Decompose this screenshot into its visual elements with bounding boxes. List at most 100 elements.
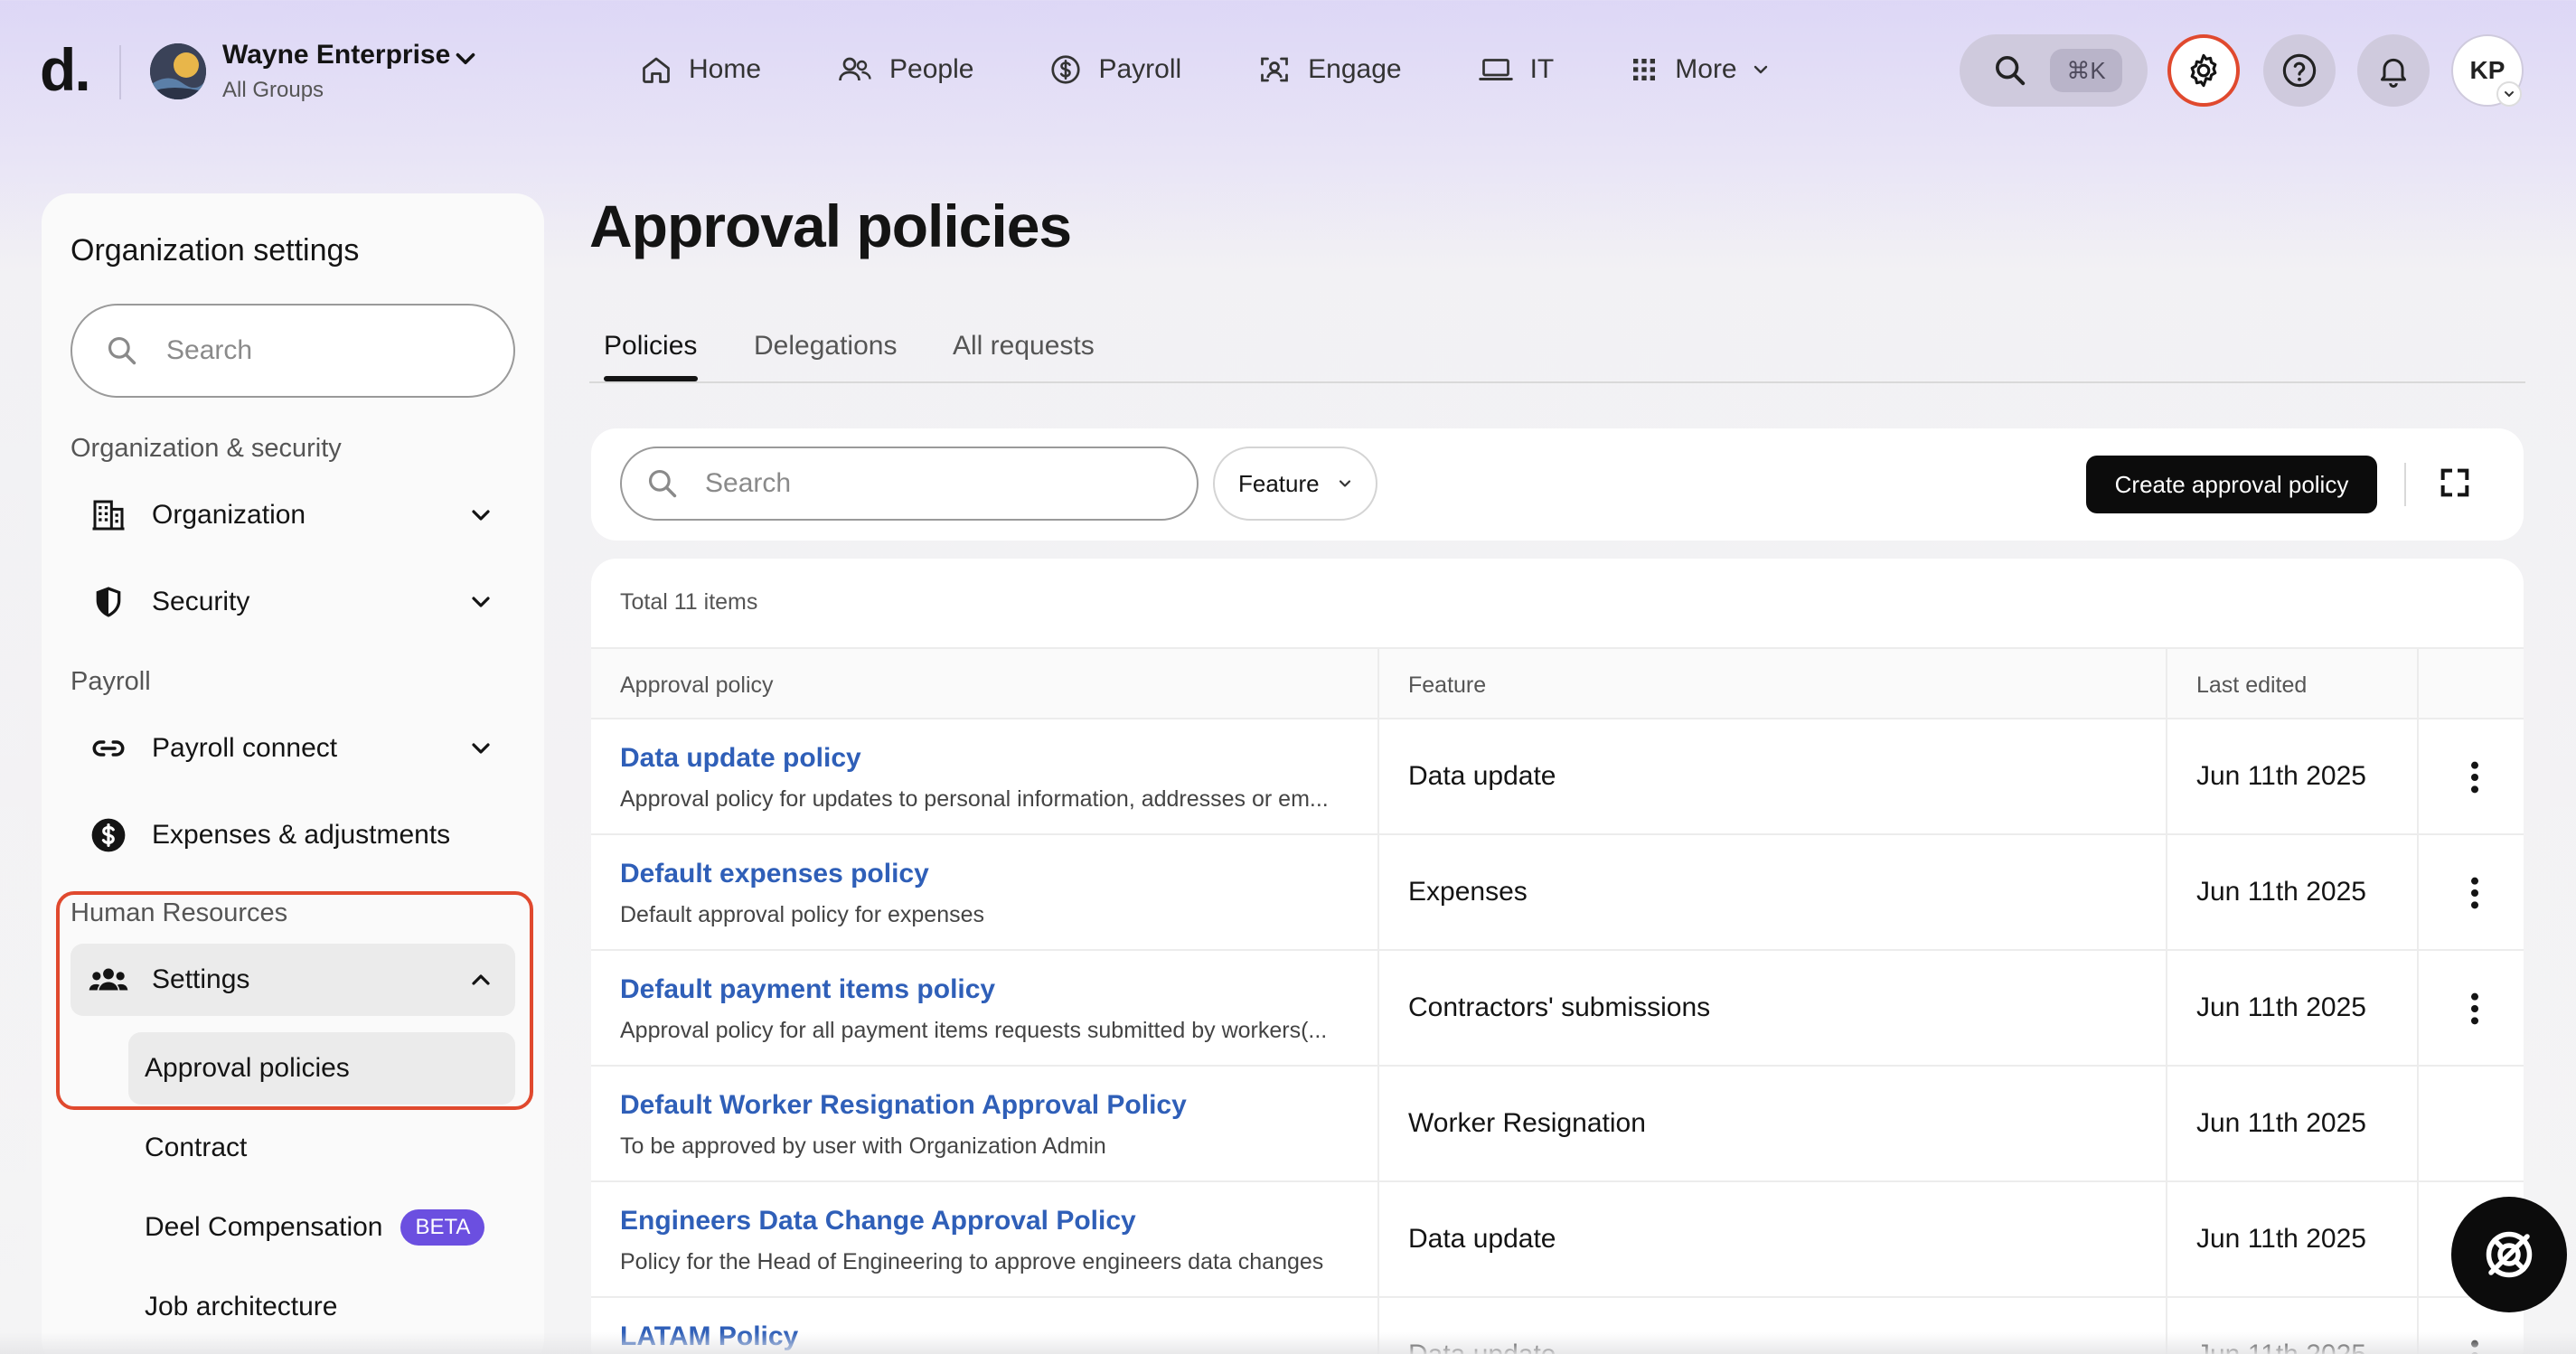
tab-policies[interactable]: Policies — [604, 331, 697, 362]
support-lifebuoy-icon — [2486, 1231, 2533, 1278]
policy-title-link[interactable]: Default Worker Resignation Approval Poli… — [620, 1090, 1187, 1121]
table-header: Approval policy Feature Last edited — [591, 647, 2524, 719]
page-title: Approval policies — [589, 193, 1072, 259]
nav-it-label: IT — [1529, 54, 1555, 84]
table-row[interactable]: Engineers Data Change Approval Policy Po… — [591, 1182, 2524, 1298]
policy-title-link[interactable]: LATAM Policy — [620, 1321, 798, 1352]
org-name[interactable]: Wayne Enterprise — [222, 40, 450, 71]
chevron-down-icon — [1339, 480, 1350, 487]
sidebar-item-label: Deel Compensation — [145, 1212, 383, 1242]
help-button[interactable] — [2263, 34, 2336, 107]
column-header-policy[interactable]: Approval policy — [620, 672, 774, 699]
sidebar-item-label: Payroll connect — [152, 733, 338, 763]
notifications-button[interactable] — [2357, 34, 2430, 107]
chevron-down-icon — [472, 510, 490, 521]
chevron-down-icon — [472, 597, 490, 607]
assistant-button[interactable] — [2451, 1197, 2567, 1312]
policy-title-link[interactable]: Default expenses policy — [620, 859, 929, 889]
tab-all-requests[interactable]: All requests — [953, 331, 1095, 362]
building-icon — [92, 500, 125, 531]
global-search-button[interactable]: ⌘K — [1960, 34, 2148, 107]
column-header-last-edited[interactable]: Last edited — [2196, 672, 2307, 699]
policy-search-input[interactable]: Search — [620, 447, 1199, 521]
fullscreen-icon[interactable] — [2437, 465, 2473, 505]
policy-last-edited: Jun 11th 2025 — [2196, 1224, 2366, 1254]
active-tab-indicator — [604, 376, 698, 381]
chevron-down-icon — [2496, 81, 2522, 107]
search-icon — [108, 336, 136, 365]
chevron-up-icon — [472, 974, 490, 985]
policy-description: Policy for the Head of Engineering to ap… — [620, 1249, 1324, 1274]
nav-home[interactable]: Home — [640, 47, 761, 92]
more-vertical-icon[interactable] — [2460, 991, 2489, 1031]
table-row[interactable]: Default payment items policy Approval po… — [591, 951, 2524, 1067]
toolbar-divider — [2404, 463, 2406, 506]
sidebar-item-payroll-connect[interactable]: Payroll connect — [71, 712, 515, 785]
tab-delegations[interactable]: Delegations — [754, 331, 897, 362]
more-vertical-icon[interactable] — [2460, 1338, 2489, 1354]
people-icon — [839, 57, 871, 81]
policy-last-edited: Jun 11th 2025 — [2196, 877, 2366, 907]
table-row[interactable]: Data update policy Approval policy for u… — [591, 719, 2524, 835]
chevron-down-icon — [472, 743, 490, 754]
column-header-feature[interactable]: Feature — [1408, 672, 1486, 699]
search-icon — [648, 469, 677, 498]
policy-description: To be approved by user with Organization… — [620, 1133, 1106, 1159]
nav-it[interactable]: IT — [1478, 47, 1555, 92]
policy-description: Default approval policy for expenses — [620, 902, 985, 927]
policy-description: Approval policy for all payment items re… — [620, 1018, 1328, 1043]
policy-feature: Data update — [1408, 761, 1556, 791]
shortcut-badge: ⌘K — [2050, 49, 2122, 92]
sidebar-item-label: Settings — [152, 964, 250, 994]
nav-payroll[interactable]: Payroll — [1049, 47, 1181, 92]
policy-feature: Data update — [1408, 1224, 1556, 1254]
feature-filter-dropdown[interactable]: Feature — [1213, 447, 1377, 521]
policy-last-edited: Jun 11th 2025 — [2196, 1340, 2366, 1354]
policy-last-edited: Jun 11th 2025 — [2196, 761, 2366, 791]
section-org-security: Organization & security — [71, 434, 342, 463]
nav-more[interactable]: More — [1630, 47, 1771, 92]
sidebar-item-job-architecture[interactable]: Job architecture — [128, 1271, 515, 1343]
gear-icon — [2190, 53, 2217, 88]
policies-table: Total 11 items Approval policy Feature L… — [591, 559, 2524, 1354]
sidebar-item-organization[interactable]: Organization — [71, 479, 515, 551]
table-row[interactable]: Default Worker Resignation Approval Poli… — [591, 1067, 2524, 1182]
nav-engage[interactable]: Engage — [1257, 47, 1402, 92]
policy-feature: Data update — [1408, 1340, 1556, 1354]
settings-button[interactable] — [2167, 34, 2240, 107]
sidebar-item-expenses[interactable]: Expenses & adjustments — [71, 799, 515, 871]
policy-title-link[interactable]: Default payment items policy — [620, 974, 995, 1005]
org-avatar[interactable] — [150, 43, 206, 99]
chevron-down-icon[interactable] — [450, 43, 481, 79]
sidebar-item-deel-compensation[interactable]: Deel Compensation BETA — [128, 1191, 515, 1264]
sidebar-item-label: Security — [152, 587, 250, 616]
sidebar-search-input[interactable]: Search — [71, 304, 515, 398]
main-nav: Home People Payroll Engage IT More — [640, 47, 1847, 92]
more-vertical-icon[interactable] — [2460, 759, 2489, 800]
nav-engage-label: Engage — [1308, 54, 1402, 84]
nav-more-label: More — [1675, 54, 1737, 84]
create-approval-policy-button[interactable]: Create approval policy — [2086, 456, 2377, 513]
policy-title-link[interactable]: Data update policy — [620, 743, 861, 774]
feature-filter-label: Feature — [1238, 469, 1320, 497]
table-row[interactable]: Default expenses policy Default approval… — [591, 835, 2524, 951]
nav-payroll-label: Payroll — [1098, 54, 1182, 84]
sidebar-item-security[interactable]: Security — [71, 566, 515, 638]
sidebar-item-settings[interactable]: Settings — [71, 944, 515, 1016]
dollar-circle-icon — [91, 818, 126, 852]
more-vertical-icon[interactable] — [2460, 875, 2489, 916]
deel-logo[interactable]: d. — [40, 40, 91, 99]
policy-title-link[interactable]: Engineers Data Change Approval Policy — [620, 1206, 1136, 1236]
tab-bar: Policies Delegations All requests — [589, 318, 2525, 383]
sidebar-item-contract[interactable]: Contract — [128, 1112, 515, 1184]
search-icon — [1996, 56, 2026, 86]
sidebar-item-label: Organization — [152, 500, 306, 530]
nav-people-label: People — [889, 54, 974, 84]
table-row[interactable]: LATAM Policy Data update Jun 11th 2025 — [591, 1298, 2524, 1354]
sidebar-item-approval-policies[interactable]: Approval policies — [128, 1032, 515, 1105]
chevron-down-icon — [1753, 65, 1767, 74]
policy-description: Approval policy for updates to personal … — [620, 786, 1329, 812]
home-icon — [643, 57, 670, 83]
nav-people[interactable]: People — [837, 47, 973, 92]
help-icon — [2282, 53, 2317, 88]
